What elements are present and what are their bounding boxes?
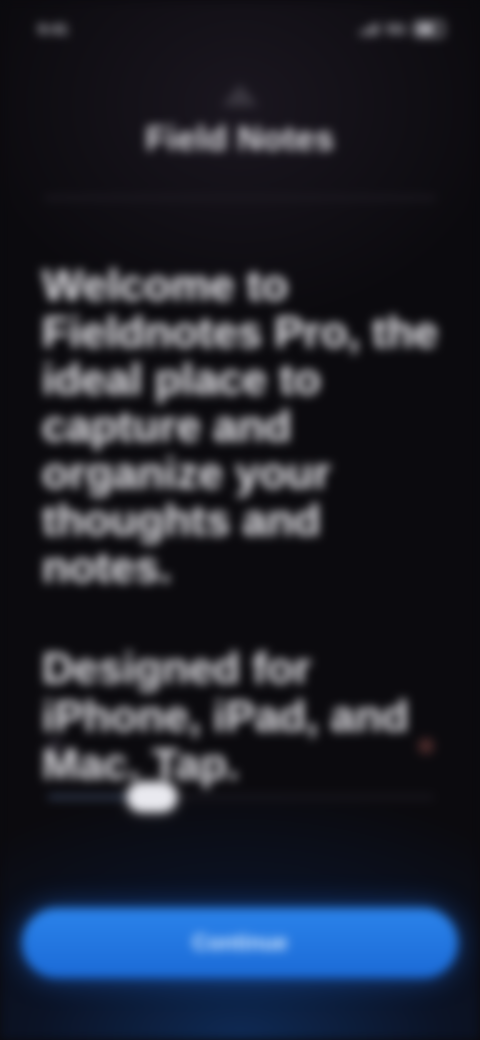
page-dot-right [418,738,434,754]
welcome-headline: Welcome to Fieldnotes Pro, the ideal pla… [42,261,439,592]
signal-icon [359,23,378,35]
status-icons: 5G [359,20,444,38]
status-time: 9:41 [38,20,69,38]
platform-subhead: Designed for iPhone, iPad, and Mac. Tap. [42,644,409,789]
battery-icon [414,21,444,37]
app-screen: 9:41 5G Field Notes Welcome to Fieldnote… [0,0,480,1040]
status-bar: 9:41 5G [0,14,480,44]
page-dot-left [48,738,62,752]
app-title: Field Notes [145,120,335,158]
continue-button[interactable]: Continue [22,908,458,978]
app-header: Field Notes [0,84,480,159]
network-label: 5G [385,20,406,38]
slider-thumb[interactable] [127,782,178,812]
header-divider [44,196,436,200]
onboarding-content: Welcome to Fieldnotes Pro, the ideal pla… [42,262,440,789]
pager-indicators [48,738,434,754]
triangle-logo-icon [222,84,258,106]
onboarding-slider[interactable] [48,782,434,812]
